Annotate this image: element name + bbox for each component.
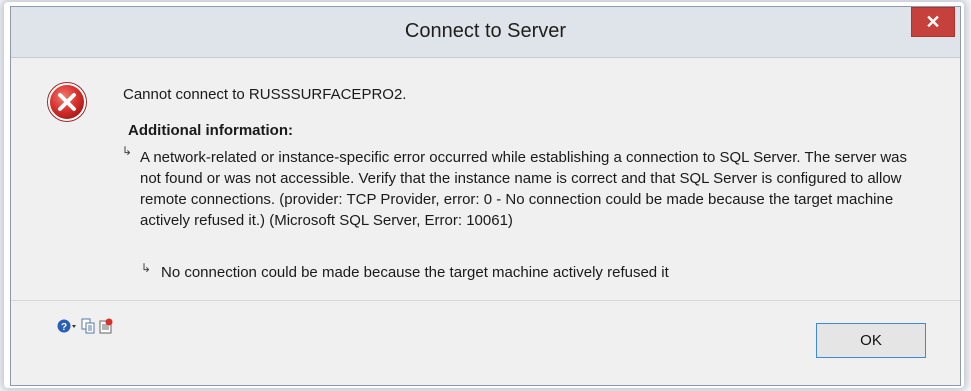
show-details-icon[interactable] bbox=[99, 318, 113, 334]
error-message: Cannot connect to RUSSSURFACEPRO2. bbox=[123, 86, 407, 103]
svg-text:?: ? bbox=[61, 322, 67, 333]
dialog-footer: ? OK bbox=[11, 301, 960, 385]
sub-arrow-icon: ↳ bbox=[141, 261, 152, 275]
inner-exception-text: No connection could be made because the … bbox=[161, 264, 669, 281]
error-icon bbox=[47, 82, 87, 122]
ok-button[interactable]: OK bbox=[816, 323, 926, 358]
help-icon[interactable]: ? bbox=[57, 318, 77, 334]
additional-info-heading: Additional information: bbox=[128, 122, 293, 139]
sub-arrow-icon: ↳ bbox=[122, 144, 133, 158]
error-detail-text: A network-related or instance-specific e… bbox=[140, 149, 908, 229]
connect-to-server-dialog: Connect to Server ✕ Cannot connect to RU… bbox=[10, 6, 961, 386]
close-button[interactable]: ✕ bbox=[911, 7, 955, 37]
dialog-title: Connect to Server bbox=[404, 20, 567, 42]
title-bar[interactable]: Connect to Server ✕ bbox=[11, 7, 960, 58]
copy-icon[interactable] bbox=[81, 318, 95, 334]
message-area: Cannot connect to RUSSSURFACEPRO2. Addit… bbox=[11, 58, 960, 300]
